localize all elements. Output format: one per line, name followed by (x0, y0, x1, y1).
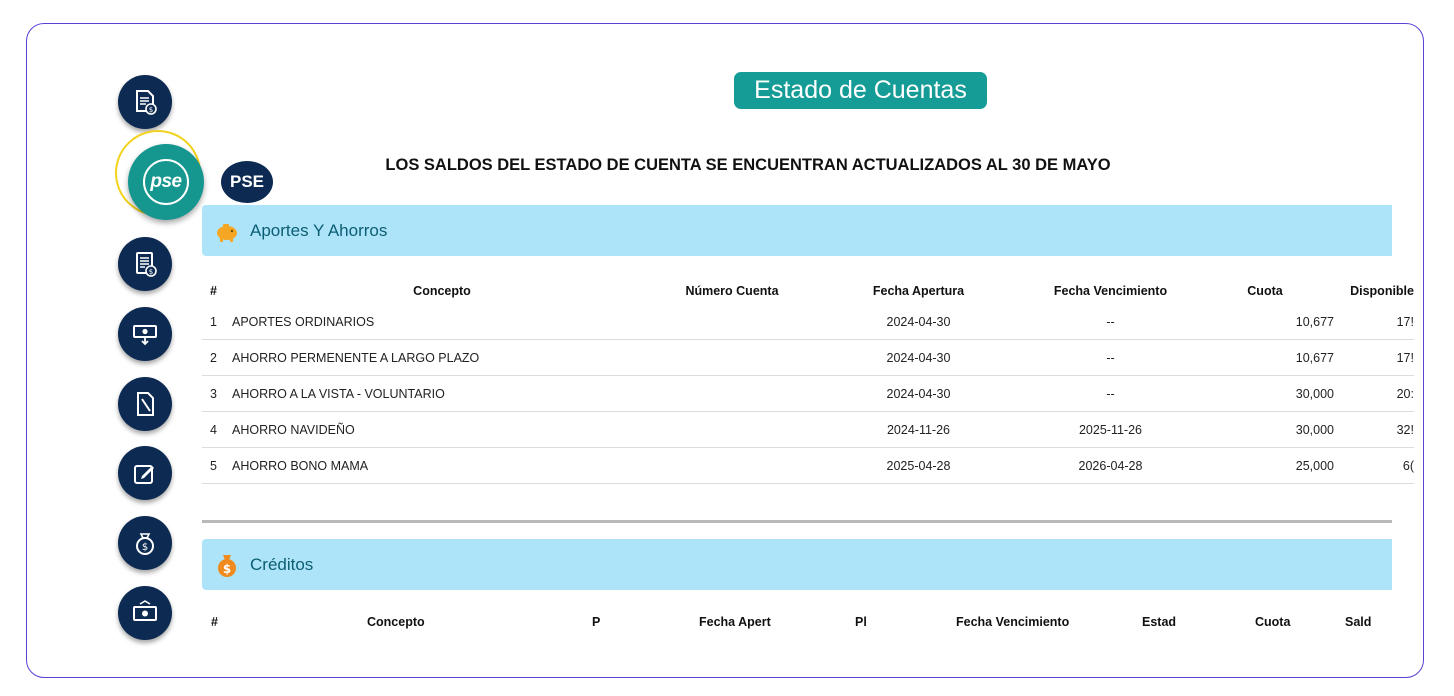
edit-icon (134, 465, 154, 484)
table-row[interactable]: 5 AHORRO BONO MAMA 2025-04-28 2026-04-28… (202, 447, 1414, 484)
cell-apertura: 2024-11-26 (812, 411, 1025, 448)
cell-cuenta (652, 375, 812, 412)
invoice-button[interactable]: $ (118, 237, 172, 291)
cell-vencimiento: -- (1025, 339, 1196, 376)
col-concepto: Concepto (413, 284, 471, 298)
cell-num: 2 (202, 339, 232, 376)
cell-apertura: 2024-04-30 (812, 339, 1025, 376)
table-row[interactable]: 4 AHORRO NAVIDEÑO 2024-11-26 2025-11-26 … (202, 411, 1414, 448)
col-estado: Estad (1142, 615, 1177, 629)
cell-vencimiento: -- (1025, 375, 1196, 412)
col-num: # (211, 615, 218, 629)
cell-concepto: APORTES ORDINARIOS (232, 304, 652, 340)
svg-text:$: $ (149, 268, 153, 276)
cell-vencimiento: 2025-11-26 (1025, 411, 1196, 448)
invoice-dollar-icon: $ (136, 252, 157, 277)
balance-notice: LOS SALDOS DEL ESTADO DE CUENTA SE ENCUE… (385, 156, 1111, 174)
col-disponible: Disponible (1350, 284, 1414, 298)
svg-text:$: $ (142, 542, 148, 553)
cell-cuenta (652, 447, 812, 484)
money-bag-dollar-icon: $ (218, 554, 236, 577)
cell-vencimiento: 2026-04-28 (1025, 447, 1196, 484)
cell-cuota: 10,677 (1196, 304, 1334, 340)
document-button[interactable] (118, 377, 172, 431)
col-concepto: Concepto (367, 615, 425, 629)
table-row[interactable]: 3 AHORRO A LA VISTA - VOLUNTARIO 2024-04… (202, 375, 1414, 412)
cell-cuota: 10,677 (1196, 339, 1334, 376)
section-aportes-ahorros[interactable]: Aportes Y Ahorros (202, 205, 1392, 256)
cell-apertura: 2024-04-30 (812, 375, 1025, 412)
table-row[interactable]: 2 AHORRO PERMENENTE A LARGO PLAZO 2024-0… (202, 339, 1414, 376)
cell-concepto: AHORRO BONO MAMA (232, 447, 652, 484)
aportes-table: # Concepto Número Cuenta Fecha Apertura … (202, 278, 1414, 484)
cell-concepto: AHORRO PERMENENTE A LARGO PLAZO (232, 339, 652, 376)
col-num: # (210, 284, 217, 298)
cell-disponible: 17! (1334, 304, 1414, 340)
cell-disponible: 17! (1334, 339, 1414, 376)
cell-cuenta (652, 304, 812, 340)
cell-cuota: 25,000 (1196, 447, 1334, 484)
cell-disponible: 32! (1334, 411, 1414, 448)
section-divider (202, 520, 1392, 523)
piggy-bank-icon (217, 223, 237, 242)
col-cuota: Cuota (1255, 615, 1291, 629)
col-numero-cuenta: Número Cuenta (685, 284, 779, 298)
col-fecha-apertura: Fecha Apertura (872, 284, 965, 298)
col-saldo: Sald (1345, 615, 1372, 629)
app-frame: $ pse PSE $ $ Estado de Cuentas LOS SALD… (26, 23, 1424, 678)
cell-num: 1 (202, 304, 232, 340)
table-header-row: # Concepto Número Cuenta Fecha Apertura … (202, 278, 1414, 304)
cash-button[interactable] (118, 586, 172, 640)
cell-num: 4 (202, 411, 232, 448)
cell-num: 3 (202, 375, 232, 412)
cell-cuenta (652, 339, 812, 376)
section-creditos[interactable]: $ Créditos (202, 539, 1392, 590)
col-p: P (592, 615, 601, 629)
svg-text:$: $ (149, 106, 153, 114)
col-fecha-vencimiento: Fecha Vencimiento (1053, 284, 1168, 298)
edit-button[interactable] (118, 446, 172, 500)
col-fecha-apertura: Fecha Apert (699, 615, 771, 629)
col-fecha-vencimiento: Fecha Vencimiento (956, 615, 1070, 629)
cell-vencimiento: -- (1025, 304, 1196, 340)
page-title: Estado de Cuentas (734, 72, 987, 109)
cell-apertura: 2025-04-28 (812, 447, 1025, 484)
cell-apertura: 2024-04-30 (812, 304, 1025, 340)
table-row[interactable]: 1 APORTES ORDINARIOS 2024-04-30 -- 10,67… (202, 304, 1414, 340)
cell-cuota: 30,000 (1196, 375, 1334, 412)
cell-cuota: 30,000 (1196, 411, 1334, 448)
cell-num: 5 (202, 447, 232, 484)
svg-text:$: $ (223, 562, 231, 576)
col-plazo: Pl (855, 615, 867, 629)
cell-concepto: AHORRO NAVIDEÑO (232, 411, 652, 448)
statement-button[interactable]: $ (118, 75, 172, 129)
cell-cuenta (652, 411, 812, 448)
money-bag-icon: $ (136, 533, 154, 555)
cell-disponible: 6( (1334, 447, 1414, 484)
cell-disponible: 20: (1334, 375, 1414, 412)
savings-button[interactable]: $ (118, 516, 172, 570)
pse-logo-icon: pse (143, 159, 189, 205)
withdraw-button[interactable] (118, 307, 172, 361)
cash-icon (133, 600, 157, 621)
col-cuota: Cuota (1247, 284, 1283, 298)
section-label: Créditos (250, 554, 314, 574)
section-label: Aportes Y Ahorros (250, 220, 388, 240)
cash-withdraw-icon (133, 325, 157, 346)
statement-dollar-icon: $ (136, 90, 157, 115)
pse-payment-button[interactable]: pse (128, 144, 204, 220)
document-icon (137, 392, 154, 416)
cell-concepto: AHORRO A LA VISTA - VOLUNTARIO (232, 375, 652, 412)
